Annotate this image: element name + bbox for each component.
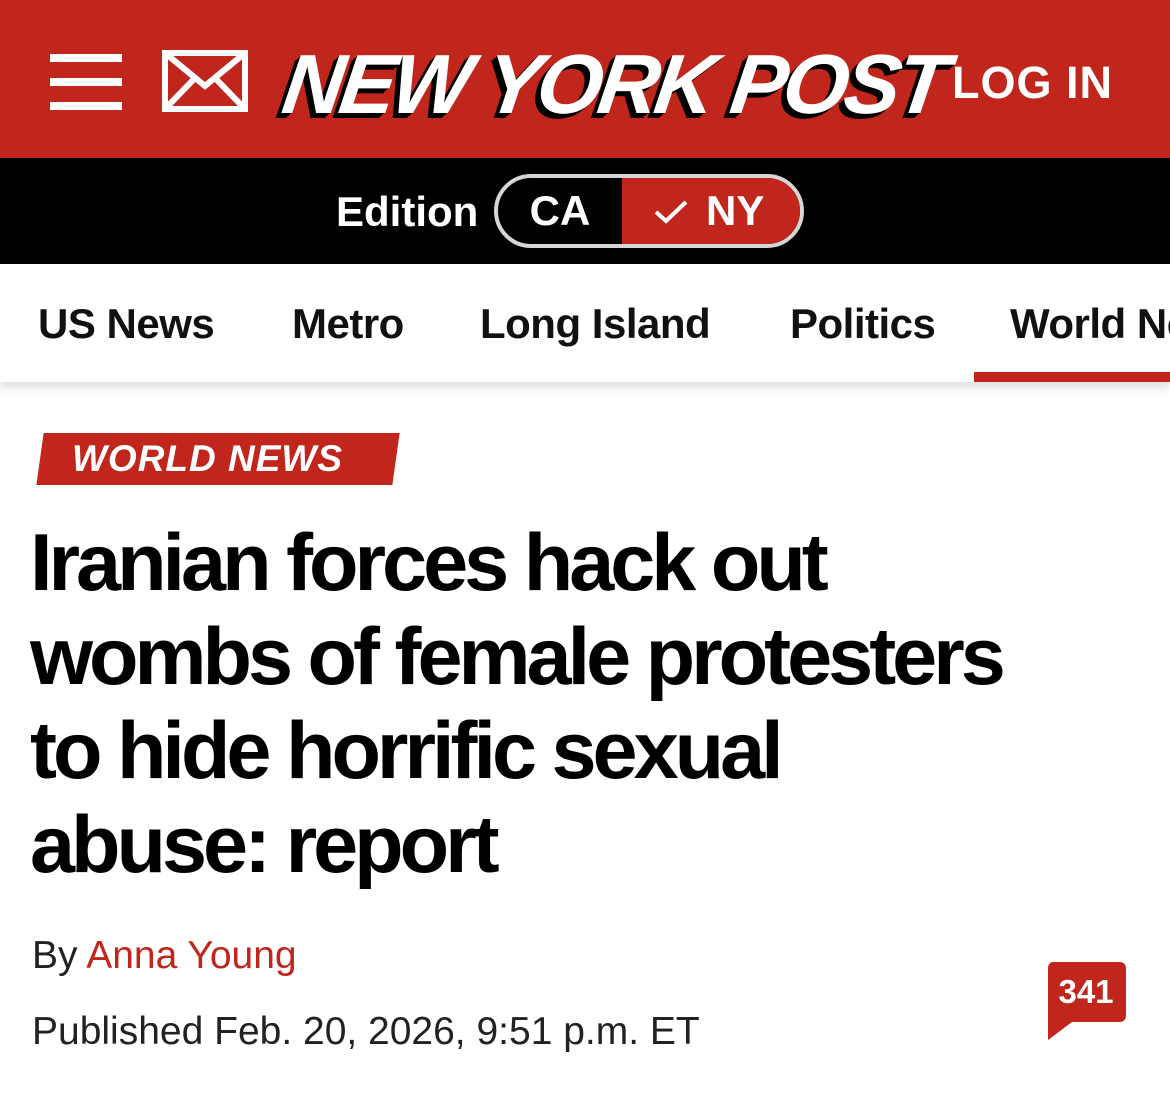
site-header: NEW YORK POST LOG IN: [0, 0, 1170, 158]
comments-button[interactable]: 341: [1046, 962, 1126, 1040]
author-link[interactable]: Anna Young: [86, 934, 296, 977]
section-kicker[interactable]: WORLD NEWS: [72, 434, 343, 484]
edition-toggle: CA NY: [494, 174, 804, 248]
headline-line: to hide horrific sexual: [30, 706, 784, 796]
site-logo[interactable]: NEW YORK POST: [277, 34, 951, 134]
edition-option-ca[interactable]: CA: [498, 178, 622, 244]
published-date: Published Feb. 20, 2026, 9:51 p.m. ET: [32, 1010, 700, 1053]
hamburger-menu-icon[interactable]: [50, 54, 122, 110]
nav-item-world-news[interactable]: World News: [1010, 300, 1170, 348]
headline-line: Iranian forces hack out: [30, 518, 829, 608]
byline: By Anna Young: [32, 932, 297, 980]
edition-label: Edition: [336, 188, 479, 235]
section-nav: US News Metro Long Island Politics World…: [0, 264, 1170, 382]
byline-prefix: By: [32, 934, 78, 977]
edition-bar: Edition CA NY: [0, 158, 1170, 264]
nav-item-long-island[interactable]: Long Island: [480, 300, 711, 348]
edition-option-ny-label: NY: [706, 187, 765, 234]
nav-item-politics[interactable]: Politics: [790, 300, 936, 348]
nav-item-us-news[interactable]: US News: [38, 300, 215, 348]
comment-count: 341: [1058, 973, 1114, 1010]
active-section-indicator: [974, 372, 1170, 382]
checkmark-icon: [654, 200, 688, 224]
article-headline: Iranian forces hack out wombs of female …: [30, 516, 1150, 892]
headline-line: wombs of female protesters: [30, 612, 1006, 702]
envelope-icon[interactable]: [162, 50, 248, 112]
edition-option-ny[interactable]: NY: [622, 178, 800, 244]
site-logo-text: NEW YORK POST: [277, 37, 952, 131]
login-link[interactable]: LOG IN: [952, 58, 1113, 108]
headline-line: abuse: report: [30, 800, 500, 890]
nav-item-metro[interactable]: Metro: [292, 300, 404, 348]
